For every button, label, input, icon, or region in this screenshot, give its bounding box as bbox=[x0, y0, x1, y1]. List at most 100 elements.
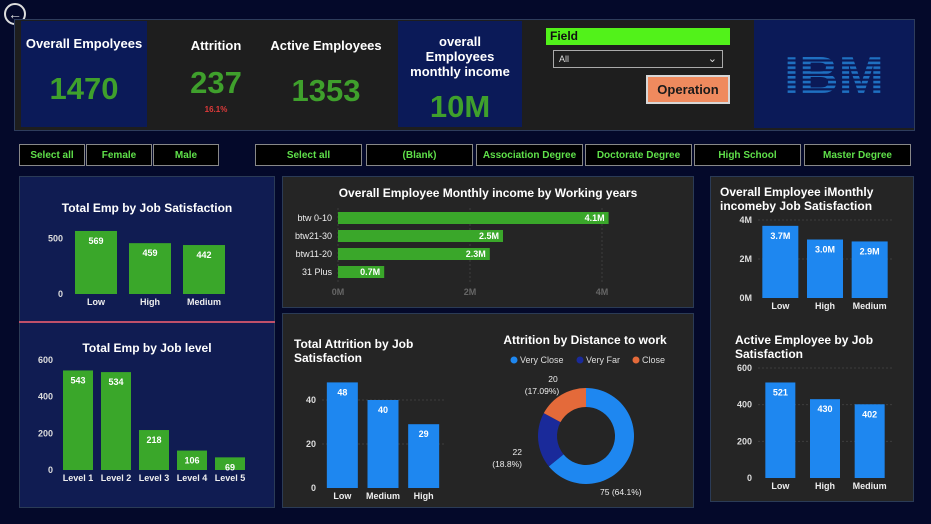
x-tick-label: Low bbox=[771, 301, 790, 311]
job-level-chart: 0 200 400 600 543 Level 1 534 Level 2 218 Level 3… bbox=[38, 356, 246, 483]
data-label: 20 bbox=[548, 374, 558, 384]
y-tick-label: btw21-30 bbox=[295, 231, 332, 241]
distance-title: Attrition by Distance to work bbox=[503, 333, 667, 347]
x-tick-label: Medium bbox=[187, 297, 221, 307]
operation-button[interactable]: Operation bbox=[646, 75, 730, 104]
data-label: 430 bbox=[817, 404, 832, 414]
ibm-logo-mark: IBM bbox=[784, 52, 884, 96]
svg-text:IBM: IBM bbox=[784, 52, 884, 96]
data-label: (18.8%) bbox=[492, 459, 522, 469]
x-tick-label: High bbox=[815, 301, 835, 311]
y-tick-label: 400 bbox=[737, 400, 752, 410]
x-tick-label: 2M bbox=[464, 287, 477, 297]
kpi-overall-card: Overall Empolyees 1470 bbox=[21, 21, 147, 127]
x-tick-label: Level 3 bbox=[139, 473, 170, 483]
legend-label: Very Far bbox=[586, 355, 620, 365]
legend-marker bbox=[632, 356, 640, 364]
y-tick-label: 2M bbox=[739, 254, 752, 264]
y-tick-label: 400 bbox=[38, 392, 53, 402]
y-tick-label: 0 bbox=[48, 465, 53, 475]
attr-sat-chart: 0 20 40 48 Low 40 Medium 29 High bbox=[306, 382, 444, 501]
data-label: 22 bbox=[513, 447, 523, 457]
data-label: 3.0M bbox=[815, 245, 835, 255]
chevron-down-icon: ⌄ bbox=[707, 53, 717, 65]
kpi-income-value: 10M bbox=[429, 89, 491, 124]
kpi-attrition-card: Attrition 237 16.1% bbox=[160, 21, 272, 127]
x-tick-label: High bbox=[414, 491, 434, 501]
x-tick-label: High bbox=[140, 297, 160, 307]
job-level-title: Total Emp by Job level bbox=[82, 341, 212, 355]
data-label: 2.3M bbox=[466, 249, 486, 259]
legend-label: Close bbox=[642, 355, 665, 365]
x-tick-label: Medium bbox=[853, 481, 887, 491]
data-label: 521 bbox=[773, 387, 788, 397]
income-years-chart: 0M 2M 4M 4.1M btw 0-10 2.5M btw21-30 2.3M btw11-… bbox=[295, 208, 609, 297]
job-sat-title: Total Emp by Job Satisfaction bbox=[61, 201, 233, 215]
field-dropdown[interactable]: All ⌄ bbox=[553, 50, 723, 68]
edu-blank[interactable]: (Blank) bbox=[366, 144, 473, 166]
data-label: 402 bbox=[862, 409, 877, 419]
bar bbox=[326, 382, 358, 488]
edu-doctorate[interactable]: Doctorate Degree bbox=[585, 144, 692, 166]
bar bbox=[338, 212, 609, 224]
kpi-active-title: Active Employees bbox=[270, 38, 382, 53]
data-label: 2.9M bbox=[860, 246, 880, 256]
data-label: 442 bbox=[196, 250, 211, 260]
edu-high-school[interactable]: High School bbox=[694, 144, 801, 166]
edu-association[interactable]: Association Degree bbox=[476, 144, 583, 166]
attr-sat-title: Total Attrition by Job Satisfaction bbox=[294, 337, 414, 365]
data-label: 4.1M bbox=[585, 213, 605, 223]
data-label: (17.09%) bbox=[525, 386, 560, 396]
kpi-income-title: overall Employees monthly income bbox=[410, 34, 510, 79]
data-label: 3.7M bbox=[770, 231, 790, 241]
x-tick-label: Low bbox=[87, 297, 106, 307]
edu-select-all[interactable]: Select all bbox=[255, 144, 362, 166]
data-label: 48 bbox=[337, 387, 347, 397]
data-label: 40 bbox=[378, 405, 388, 415]
kpi-income-card: overall Employees monthly income 10M bbox=[398, 21, 522, 127]
y-tick-label: 4M bbox=[739, 215, 752, 225]
y-tick-label: 0M bbox=[739, 293, 752, 303]
data-label: 75 (64.1%) bbox=[600, 487, 642, 497]
y-tick-label: btw11-20 bbox=[296, 249, 332, 259]
x-tick-label: Medium bbox=[366, 491, 400, 501]
job-sat-chart: 0 500 569 Low 459 High 442 Medium bbox=[48, 230, 225, 307]
gender-female[interactable]: Female bbox=[86, 144, 152, 166]
data-label: 543 bbox=[70, 375, 85, 385]
gender-select-all[interactable]: Select all bbox=[19, 144, 85, 166]
x-tick-label: Level 2 bbox=[101, 473, 132, 483]
x-tick-label: Level 4 bbox=[177, 473, 208, 483]
data-label: 534 bbox=[108, 377, 123, 387]
legend-label: Very Close bbox=[520, 355, 564, 365]
field-dropdown-value: All bbox=[559, 54, 570, 64]
kpi-attrition-percent: 16.1% bbox=[204, 105, 228, 114]
income-sat-chart: 0M 2M 4M 3.7M Low 3.0M High 2.9M Medium bbox=[739, 215, 892, 311]
income-sat-title: Overall Employee iMonthly incomeby Job S… bbox=[720, 185, 874, 213]
y-tick-label: 20 bbox=[306, 439, 316, 449]
y-tick-label: 0 bbox=[747, 473, 752, 483]
income-years-title: Overall Employee Monthly income by Worki… bbox=[338, 186, 638, 200]
ibm-logo: IBM bbox=[754, 20, 914, 128]
x-tick-label: High bbox=[815, 481, 835, 491]
kpi-overall-title: Overall Empolyees bbox=[25, 36, 143, 51]
data-label: 218 bbox=[146, 435, 161, 445]
data-label: 2.5M bbox=[479, 231, 499, 241]
active-sat-title: Active Employee by Job Satisfaction bbox=[735, 333, 874, 361]
x-tick-label: Medium bbox=[853, 301, 887, 311]
data-label: 0.7M bbox=[360, 267, 380, 277]
kpi-active-card: Active Employees 1353 bbox=[268, 21, 384, 127]
x-tick-label: Low bbox=[333, 491, 352, 501]
y-tick-label: 200 bbox=[737, 436, 752, 446]
data-label: 106 bbox=[184, 456, 199, 466]
edu-master[interactable]: Master Degree bbox=[804, 144, 911, 166]
data-label: 569 bbox=[88, 236, 103, 246]
x-tick-label: Level 5 bbox=[215, 473, 246, 483]
distance-chart: Very Close Very Far Close 75 (64.1%) 22 (18.8… bbox=[492, 355, 665, 497]
active-sat-chart: 0 200 400 600 521 Low 430 High 402 Medium bbox=[737, 363, 892, 491]
x-tick-label: Low bbox=[771, 481, 790, 491]
legend-marker bbox=[576, 356, 584, 364]
panel-divider bbox=[19, 321, 275, 323]
gender-male[interactable]: Male bbox=[153, 144, 219, 166]
kpi-attrition-title: Attrition bbox=[190, 38, 242, 53]
kpi-attrition-value: 237 bbox=[190, 65, 242, 100]
